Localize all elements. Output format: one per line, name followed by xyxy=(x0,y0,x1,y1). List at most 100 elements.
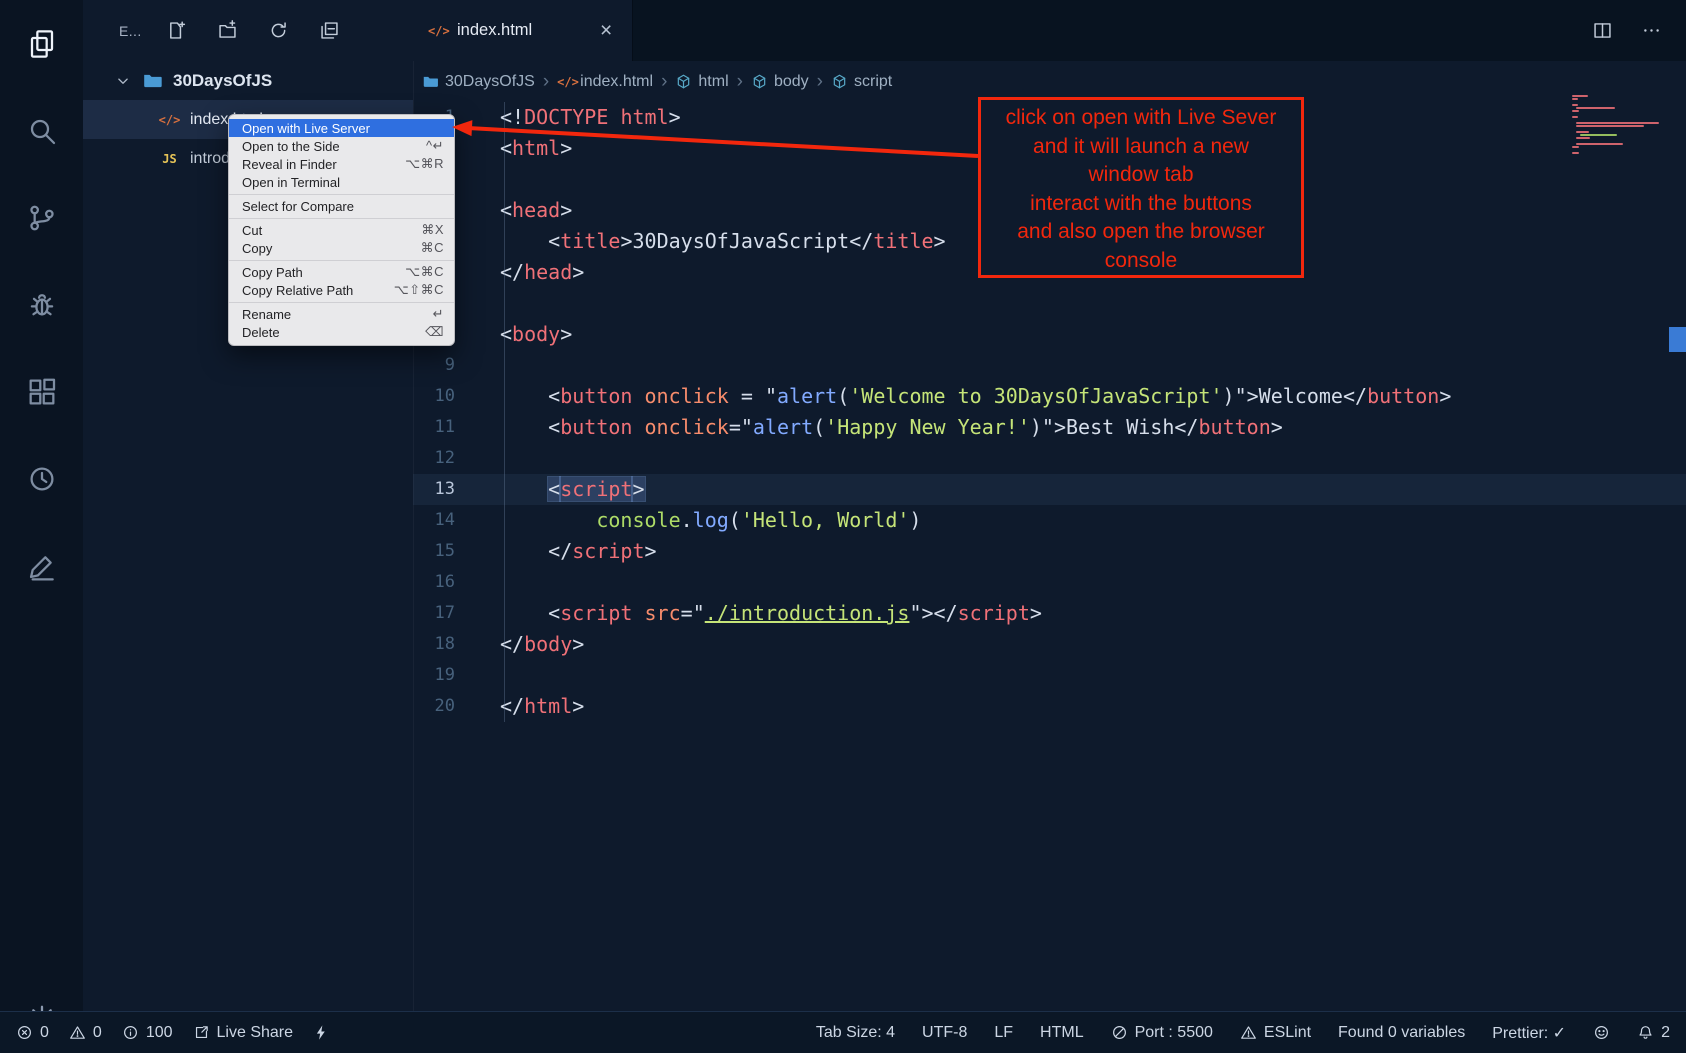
menu-item-rename[interactable]: Rename↵ xyxy=(229,305,454,323)
menu-item-label: Select for Compare xyxy=(242,199,444,214)
refresh-icon[interactable] xyxy=(268,20,289,41)
status-lf[interactable]: LF xyxy=(994,1024,1013,1042)
breadcrumb-label: 30DaysOfJS xyxy=(445,73,535,91)
close-icon[interactable]: × xyxy=(600,21,620,41)
menu-item-copy[interactable]: Copy⌘C xyxy=(229,239,454,257)
status-eslint[interactable]: ESLint xyxy=(1240,1024,1311,1042)
minimap-line xyxy=(1580,134,1617,136)
more-actions-icon[interactable] xyxy=(1641,20,1662,41)
status-label: LF xyxy=(994,1024,1013,1042)
status-html[interactable]: HTML xyxy=(1040,1024,1084,1042)
folder-icon xyxy=(142,70,163,91)
status-prettier[interactable]: Prettier: ✓ xyxy=(1492,1023,1566,1043)
menu-item-open-to-the-side[interactable]: Open to the Side^↵ xyxy=(229,137,454,155)
new-folder-icon[interactable] xyxy=(217,20,238,41)
menu-item-label: Copy Path xyxy=(242,265,405,280)
extensions-icon xyxy=(26,376,58,408)
run-debug-icon xyxy=(26,289,58,321)
menu-item-shortcut: ^↵ xyxy=(426,138,444,154)
activity-search[interactable] xyxy=(0,87,83,174)
status-found-0-variables[interactable]: Found 0 variables xyxy=(1338,1024,1465,1042)
code-line-content xyxy=(455,660,1686,691)
code-line: 7 xyxy=(413,288,1686,319)
status-0[interactable]: 0 xyxy=(69,1024,102,1042)
js-file-icon: JS xyxy=(159,148,180,169)
code-line-content xyxy=(455,567,1686,598)
scrollbar-marker[interactable] xyxy=(1669,327,1686,352)
code-line: 10 <button onclick = "alert('Welcome to … xyxy=(413,381,1686,412)
status-label: Live Share xyxy=(217,1024,294,1042)
code-line: 11 <button onclick="alert('Happy New Yea… xyxy=(413,412,1686,443)
code-line-content: </body> xyxy=(455,629,1686,660)
status-label: 0 xyxy=(40,1024,49,1042)
breadcrumb-body[interactable]: body xyxy=(751,73,809,91)
code-line-content: <script> xyxy=(455,474,1686,505)
menu-item-select-for-compare[interactable]: Select for Compare xyxy=(229,197,454,215)
line-number: 14 xyxy=(413,505,455,536)
menu-item-reveal-in-finder[interactable]: Reveal in Finder⌥⌘R xyxy=(229,155,454,173)
breadcrumb-script[interactable]: script xyxy=(831,73,892,91)
line-number: 10 xyxy=(413,381,455,412)
minimap-line xyxy=(1572,119,1668,121)
collapse-all-icon[interactable] xyxy=(319,20,340,41)
status-tab-size-4[interactable]: Tab Size: 4 xyxy=(816,1024,895,1042)
status-port-5500[interactable]: Port : 5500 xyxy=(1111,1024,1213,1042)
minimap-line xyxy=(1572,104,1578,106)
status-100[interactable]: 100 xyxy=(122,1024,173,1042)
activity-history[interactable] xyxy=(0,435,83,522)
new-file-icon[interactable] xyxy=(166,20,187,41)
activity-extensions[interactable] xyxy=(0,348,83,435)
bell-icon xyxy=(1637,1024,1654,1041)
status-label: Prettier: ✓ xyxy=(1492,1023,1566,1043)
menu-item-copy-path[interactable]: Copy Path⌥⌘C xyxy=(229,263,454,281)
status-utf-8[interactable]: UTF-8 xyxy=(922,1024,967,1042)
breadcrumb-index-html[interactable]: </>index.html xyxy=(557,73,653,91)
status-2[interactable]: 2 xyxy=(1637,1024,1670,1042)
menu-item-label: Open in Terminal xyxy=(242,175,444,190)
status-right: Tab Size: 4 UTF-8 LF HTML Port : 5500 ESLint F… xyxy=(816,1023,1670,1043)
code-line: 8<body> xyxy=(413,319,1686,350)
menu-item-open-in-terminal[interactable]: Open in Terminal xyxy=(229,173,454,191)
status-lightning-icon[interactable] xyxy=(313,1024,330,1041)
code-line: 9 xyxy=(413,350,1686,381)
chevron-right-icon: › xyxy=(543,71,549,93)
context-menu: Open with Live ServerOpen to the Side^↵R… xyxy=(228,114,455,346)
line-number: 17 xyxy=(413,598,455,629)
menu-item-open-with-live-server[interactable]: Open with Live Server xyxy=(229,119,454,137)
breadcrumb-label: script xyxy=(854,73,892,91)
menu-item-delete[interactable]: Delete⌫ xyxy=(229,323,454,341)
menu-separator xyxy=(229,194,454,195)
status-live-share[interactable]: Live Share xyxy=(193,1024,294,1042)
code-line-content: console.log('Hello, World') xyxy=(455,505,1686,536)
activity-edit-pen[interactable] xyxy=(0,522,83,609)
status-smiley-icon[interactable] xyxy=(1593,1024,1610,1041)
menu-item-copy-relative-path[interactable]: Copy Relative Path⌥⇧⌘C xyxy=(229,281,454,299)
breadcrumb-30daysofjs[interactable]: 30DaysOfJS xyxy=(422,73,535,91)
status-0[interactable]: 0 xyxy=(16,1024,49,1042)
menu-separator xyxy=(229,302,454,303)
code-line: 13 <script> xyxy=(413,474,1686,505)
activity-run-debug[interactable] xyxy=(0,261,83,348)
minimap-line xyxy=(1572,113,1668,115)
breadcrumb-label: body xyxy=(774,73,809,91)
minimap-line xyxy=(1576,143,1623,145)
tab-index-html[interactable]: </> index.html × xyxy=(413,0,633,61)
chevron-right-icon: › xyxy=(817,71,823,93)
code-line: 17 <script src="./introduction.js"></scr… xyxy=(413,598,1686,629)
minimap-line xyxy=(1572,98,1578,100)
line-number: 13 xyxy=(413,474,455,505)
menu-item-label: Open with Live Server xyxy=(242,121,444,136)
activity-source-control[interactable] xyxy=(0,174,83,261)
activity-explorer[interactable] xyxy=(0,0,83,87)
minimap[interactable] xyxy=(1572,95,1668,155)
status-label: 2 xyxy=(1661,1024,1670,1042)
menu-item-label: Copy xyxy=(242,241,421,256)
folder-row-30daysofjs[interactable]: 30DaysOfJS xyxy=(83,61,413,100)
breadcrumb-html[interactable]: html xyxy=(675,73,728,91)
port-icon xyxy=(1111,1024,1128,1041)
folder-label: 30DaysOfJS xyxy=(173,71,272,91)
html-file-icon: </> xyxy=(428,21,448,41)
menu-item-cut[interactable]: Cut⌘X xyxy=(229,221,454,239)
minimap-line xyxy=(1576,125,1644,127)
split-editor-icon[interactable] xyxy=(1592,20,1613,41)
